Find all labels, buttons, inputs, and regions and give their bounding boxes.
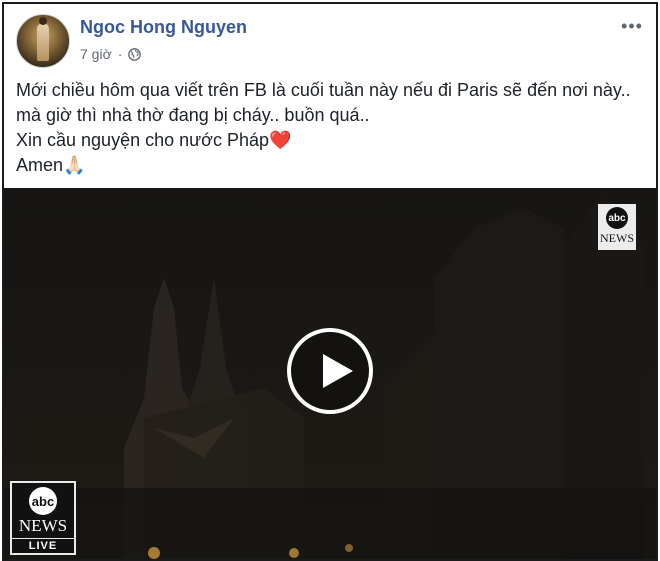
live-label: LIVE <box>12 538 74 552</box>
post-line-1: Mới chiều hôm qua viết trên FB là cuối t… <box>16 80 631 125</box>
play-icon[interactable] <box>287 328 373 414</box>
abc-logo: abc <box>606 207 628 229</box>
news-wordmark: NEWS <box>18 516 68 535</box>
author-name[interactable]: Ngoc Hong Nguyen <box>80 17 247 38</box>
post-meta: 7 giờ · <box>80 46 142 62</box>
praying-hands-emoji: 🙏🏻 <box>63 155 86 175</box>
globe-icon[interactable] <box>128 47 142 61</box>
post-line-3: Amen🙏🏻 <box>16 155 86 175</box>
meta-separator: · <box>117 46 123 62</box>
abc-logo: abc <box>29 487 57 515</box>
abc-news-live-badge: abc NEWS LIVE <box>10 481 76 555</box>
post-header: Ngoc Hong Nguyen 7 giờ · ••• <box>4 4 656 74</box>
post-text: Mới chiều hôm qua viết trên FB là cuối t… <box>16 78 646 178</box>
post-card: Ngoc Hong Nguyen 7 giờ · ••• Mới chiều h… <box>2 2 658 561</box>
abc-news-watermark: abc NEWS <box>598 204 636 250</box>
post-time[interactable]: 7 giờ <box>80 46 112 62</box>
more-options-icon[interactable]: ••• <box>618 14 646 38</box>
post-line-2: Xin cầu nguyện cho nước Pháp❤️ <box>16 130 292 150</box>
avatar[interactable] <box>16 14 70 68</box>
video-player[interactable]: abc NEWS abc NEWS LIVE <box>4 188 656 559</box>
heart-emoji: ❤️ <box>269 130 292 150</box>
news-wordmark: NEWS <box>600 231 634 245</box>
